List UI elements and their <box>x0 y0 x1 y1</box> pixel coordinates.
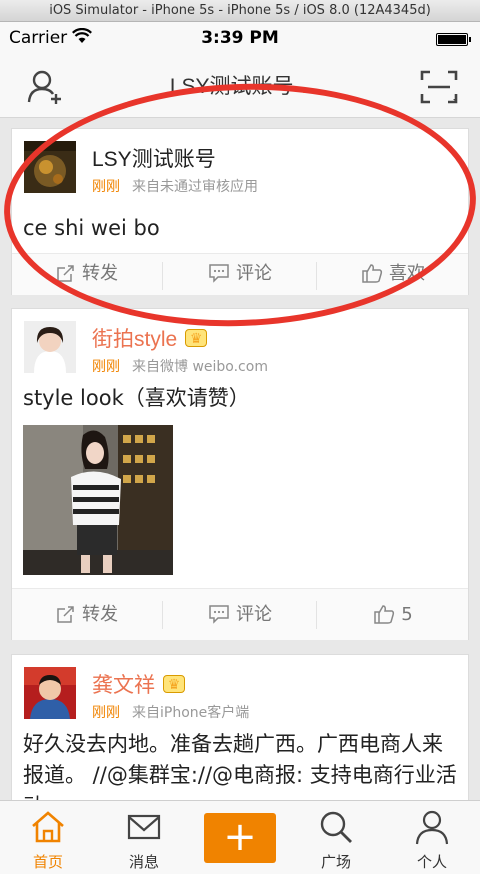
tab-home[interactable]: 首页 <box>0 801 96 874</box>
action-divider <box>162 601 163 629</box>
status-card[interactable]: LSY测试账号 刚刚 来自未通过审核应用 ce shi wei bo 转发 评论 … <box>11 128 469 295</box>
post-time: 刚刚 <box>92 179 120 195</box>
status-card[interactable]: 街拍style ♛ 刚刚 来自微博 weibo.com style look（喜欢请… <box>11 308 469 640</box>
user-name[interactable]: 街拍style ♛ <box>92 323 208 353</box>
person-icon <box>415 810 449 845</box>
post-actions: 转发 评论 5 <box>12 588 468 640</box>
battery-icon <box>436 33 471 46</box>
action-divider <box>162 262 163 290</box>
post-meta: 刚刚 来自iPhone客户端 <box>92 702 249 722</box>
repost-label: 转发 <box>82 604 118 625</box>
vip-crown-icon: ♛ <box>185 329 208 347</box>
chevron-down-icon: ⌄ <box>297 80 311 97</box>
user-name-text: 龚文祥 <box>92 674 155 697</box>
repost-button[interactable]: 转发 <box>12 589 162 641</box>
status-card[interactable]: 龚文祥 ♛ 刚刚 来自iPhone客户端 好久没去内地。准备去趟广西。广西电商人来报… <box>11 654 469 800</box>
status-bar: Carrier 3:39 PM <box>0 22 480 56</box>
avatar[interactable] <box>24 141 76 193</box>
search-icon <box>320 811 352 843</box>
like-button[interactable]: 5 <box>318 589 468 641</box>
vip-crown-icon: ♛ <box>163 675 185 693</box>
compose-button[interactable]: + <box>204 813 276 863</box>
post-time: 刚刚 <box>92 359 120 375</box>
post-text: ce shi wei bo <box>23 216 160 240</box>
navigation-bar: LSY测试账号 ⌄ <box>0 56 480 118</box>
post-text: style look（喜欢请赞） <box>23 386 250 410</box>
repost-icon <box>57 606 74 623</box>
home-icon <box>32 811 64 843</box>
simulator-title: iOS Simulator - iPhone 5s - iPhone 5s / … <box>0 0 480 22</box>
tab-messages[interactable]: 消息 <box>96 801 192 874</box>
post-text: 好久没去内地。准备去趟广西。广西电商人来报道。 //@集群宝://@电商报: 支… <box>23 732 457 800</box>
comment-icon <box>209 264 229 283</box>
tab-profile[interactable]: 个人 <box>384 801 480 874</box>
tab-label: 广场 <box>320 853 351 871</box>
action-divider <box>316 601 317 629</box>
post-source: 来自未通过审核应用 <box>132 179 258 195</box>
timeline-feed[interactable]: LSY测试账号 刚刚 来自未通过审核应用 ce shi wei bo 转发 评论 … <box>0 118 480 800</box>
post-meta: 刚刚 来自未通过审核应用 <box>92 176 258 196</box>
account-switcher[interactable]: LSY测试账号 ⌄ <box>0 70 480 100</box>
repost-icon <box>57 265 74 282</box>
mail-icon <box>127 814 161 840</box>
status-time: 3:39 PM <box>201 28 279 48</box>
tab-label: 首页 <box>32 853 63 871</box>
thumbs-up-icon <box>374 605 395 624</box>
user-name[interactable]: 龚文祥 ♛ <box>92 669 185 699</box>
tab-discover[interactable]: 广场 <box>288 801 384 874</box>
action-divider <box>316 262 317 290</box>
like-label: 喜欢 <box>389 263 425 284</box>
tab-label: 个人 <box>416 853 447 871</box>
user-name-text: 街拍style <box>92 328 178 351</box>
comment-button[interactable]: 评论 <box>164 254 316 296</box>
post-time: 刚刚 <box>92 705 120 721</box>
comment-label: 评论 <box>236 263 272 284</box>
comment-label: 评论 <box>236 604 272 625</box>
avatar[interactable] <box>24 667 76 719</box>
like-count: 5 <box>401 604 413 625</box>
post-photo[interactable] <box>23 425 173 575</box>
repost-button[interactable]: 转发 <box>12 254 162 296</box>
avatar[interactable] <box>24 321 76 373</box>
post-meta: 刚刚 来自微博 weibo.com <box>92 356 268 376</box>
nav-title: LSY测试账号 <box>169 75 294 98</box>
thumbs-up-icon <box>362 264 383 283</box>
tab-label: 消息 <box>128 853 159 871</box>
repost-label: 转发 <box>82 263 118 284</box>
comment-button[interactable]: 评论 <box>164 589 316 641</box>
post-source: 来自微博 weibo.com <box>132 359 268 375</box>
like-button[interactable]: 喜欢 <box>318 254 468 296</box>
post-actions: 转发 评论 喜欢 <box>12 253 468 295</box>
comment-icon <box>209 605 229 624</box>
scan-qr-icon[interactable] <box>420 70 458 104</box>
tab-bar: 首页 消息 + 广场 个人 <box>0 800 480 874</box>
user-name[interactable]: LSY测试账号 <box>92 143 216 173</box>
post-source: 来自iPhone客户端 <box>132 705 250 721</box>
